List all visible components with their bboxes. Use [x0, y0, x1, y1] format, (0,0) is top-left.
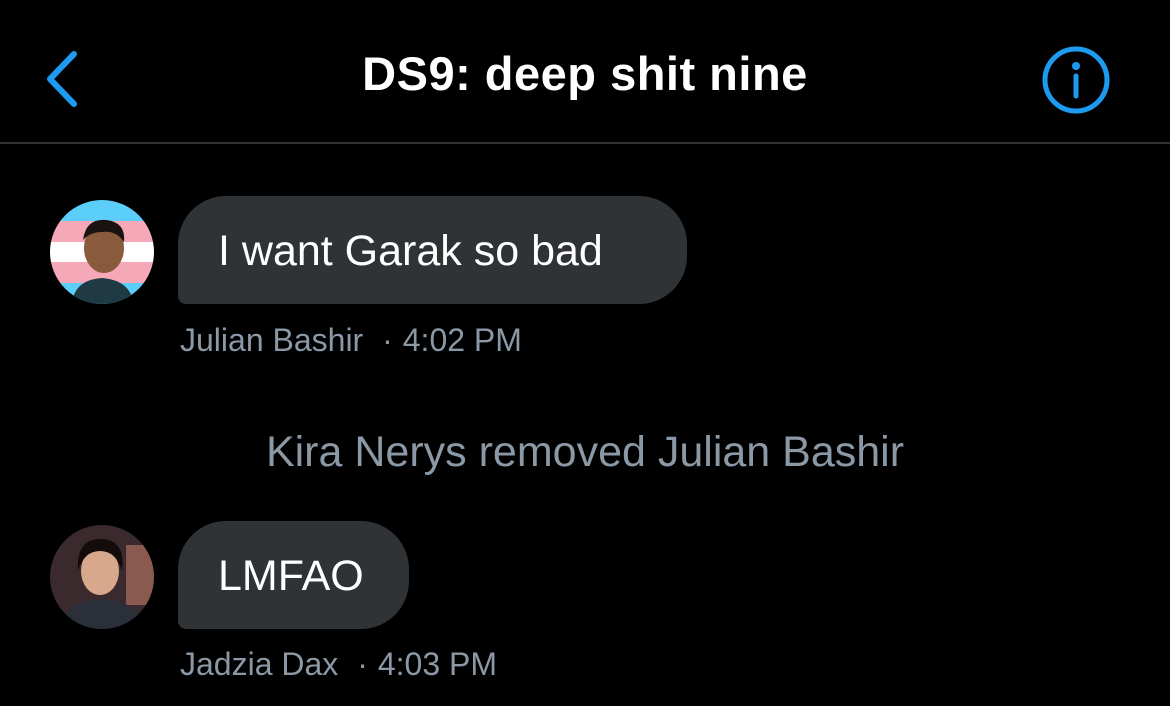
- meta-separator: ·: [357, 646, 368, 682]
- conversation-header: DS9: deep shit nine: [0, 0, 1170, 144]
- info-button[interactable]: [1040, 44, 1112, 116]
- avatar-image: [50, 200, 154, 304]
- message-bubble[interactable]: LMFAO: [178, 521, 409, 629]
- avatar[interactable]: [50, 525, 154, 629]
- sender-name[interactable]: Jadzia Dax: [180, 646, 338, 682]
- message-bubble[interactable]: I want Garak so bad: [178, 196, 687, 304]
- message-text: LMFAO: [218, 552, 364, 600]
- meta-separator: ·: [382, 322, 393, 358]
- avatar-image: [50, 525, 154, 629]
- sender-name[interactable]: Julian Bashir: [180, 322, 363, 358]
- message-text: I want Garak so bad: [218, 227, 603, 275]
- conversation-title[interactable]: DS9: deep shit nine: [0, 46, 1170, 101]
- avatar[interactable]: [50, 200, 154, 304]
- message-time: 4:02 PM: [402, 322, 522, 358]
- system-message: Kira Nerys removed Julian Bashir: [265, 428, 905, 476]
- message-meta: Julian Bashir · 4:02 PM: [180, 322, 522, 359]
- message-meta: Jadzia Dax · 4:03 PM: [180, 646, 497, 683]
- info-circle-icon: [1042, 46, 1110, 114]
- message-time: 4:03 PM: [377, 646, 498, 682]
